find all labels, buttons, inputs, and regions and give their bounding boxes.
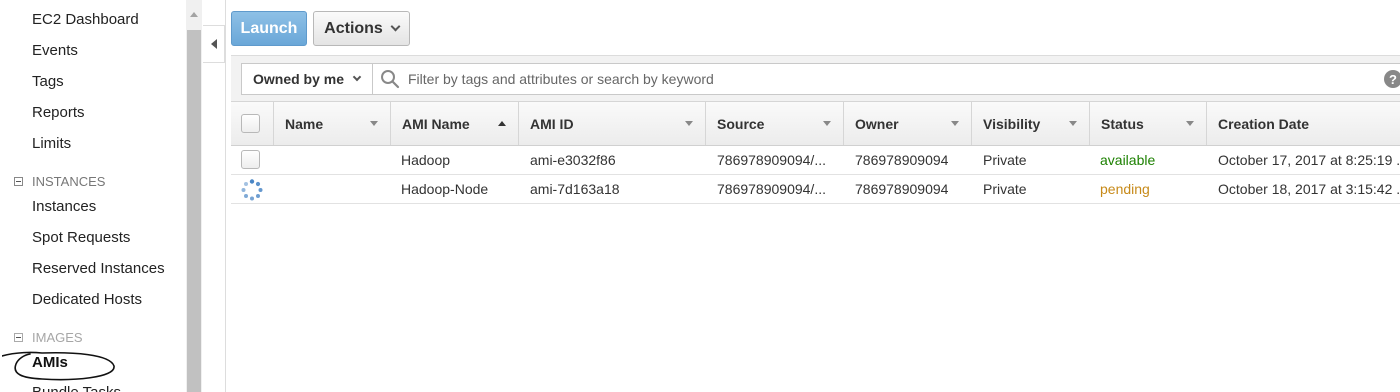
owner-filter-label: Owned by me [253,71,345,87]
column-label: Creation Date [1218,115,1310,132]
launch-button[interactable]: Launch [231,11,307,46]
column-header-owner[interactable]: Owner [844,102,972,145]
scroll-up-arrow-icon[interactable] [190,12,198,17]
column-header-ami-id[interactable]: AMI ID [519,102,706,145]
column-label: Status [1101,115,1144,132]
sidebar-item-dedicated-hosts[interactable]: Dedicated Hosts [32,291,142,308]
scrollbar-thumb[interactable] [187,30,201,392]
section-label: INSTANCES [32,174,106,189]
sort-icon[interactable] [370,121,378,126]
sort-icon[interactable] [951,121,959,126]
table-header: Name AMI Name AMI ID Source Owner Visibi… [231,101,1400,146]
cell-visibility: Private [983,181,1027,197]
collapse-minus-icon[interactable] [14,333,23,342]
cell-status: available [1100,152,1156,168]
cell-name [285,175,391,203]
sidebar-section-instances[interactable]: INSTANCES [14,174,105,189]
table-row[interactable]: Hadoop-Node ami-7d163a18 786978909094/..… [231,175,1400,204]
chevron-down-icon [390,21,401,32]
sidebar-section-images[interactable]: IMAGES [14,330,83,345]
sidebar-item-tags[interactable]: Tags [32,73,64,90]
owner-filter-select[interactable]: Owned by me [241,63,373,95]
cell-creation-date: October 17, 2017 at 8:25:19 ... [1218,152,1400,168]
cell-visibility: Private [983,152,1027,168]
search-box[interactable] [372,63,1400,95]
sort-icon[interactable] [823,121,831,126]
column-label: Name [285,115,324,132]
sidebar-item-events[interactable]: Events [32,42,78,59]
sidebar-item-instances[interactable]: Instances [32,198,96,215]
help-icon[interactable]: ? [1384,70,1400,88]
cell-source: 786978909094/... [717,181,826,197]
cell-ami-id: ami-7d163a18 [530,181,620,197]
section-label: IMAGES [32,330,83,345]
cell-owner: 786978909094 [855,152,949,168]
column-header-ami-name[interactable]: AMI Name [391,102,519,145]
sidebar-item-bundle-tasks[interactable]: Bundle Tasks [32,384,121,392]
chevron-down-icon [352,72,362,82]
search-icon [381,70,400,89]
sidebar-item-reserved-instances[interactable]: Reserved Instances [32,260,165,277]
column-label: AMI ID [530,115,574,132]
sort-icon[interactable] [1186,121,1194,126]
column-header-source[interactable]: Source [706,102,844,145]
row-checkbox[interactable] [241,150,260,169]
table-row[interactable]: Hadoop ami-e3032f86 786978909094/... 786… [231,146,1400,175]
actions-label: Actions [324,19,383,37]
cell-ami-name: Hadoop-Node [401,181,489,197]
select-all-checkbox[interactable] [241,114,260,133]
cell-owner: 786978909094 [855,181,949,197]
sidebar-item-reports[interactable]: Reports [32,104,85,121]
search-input[interactable] [400,65,1360,93]
sort-icon[interactable] [685,121,693,126]
cell-ami-id: ami-e3032f86 [530,152,616,168]
sort-icon[interactable] [1069,121,1077,126]
column-header-creation-date[interactable]: Creation Date [1207,102,1400,145]
sidebar-item-limits[interactable]: Limits [32,135,71,152]
column-header-visibility[interactable]: Visibility [972,102,1090,145]
sort-ascending-icon[interactable] [498,121,506,126]
cell-ami-name: Hadoop [401,152,451,168]
cell-name [285,146,391,174]
column-label: Source [717,115,765,132]
collapse-left-icon [210,39,217,49]
select-all-column [231,102,274,145]
column-header-name[interactable]: Name [274,102,391,145]
column-header-status[interactable]: Status [1090,102,1207,145]
collapse-minus-icon[interactable] [14,177,23,186]
column-label: Owner [855,115,899,132]
panel-divider [225,0,226,392]
sidebar-scrollbar[interactable] [186,0,202,392]
cell-source: 786978909094/... [717,152,826,168]
column-label: Visibility [983,115,1041,132]
sidebar-nav: EC2 Dashboard Events Tags Reports Limits… [0,0,186,392]
loading-spinner-icon [241,179,263,201]
collapse-sidebar-button[interactable] [203,25,225,63]
sidebar-item-ec2-dashboard[interactable]: EC2 Dashboard [32,11,139,28]
handdrawn-circle-annotation [2,351,115,381]
column-label: AMI Name [402,115,470,132]
cell-creation-date: October 18, 2017 at 3:15:42 ... [1218,181,1400,197]
cell-status: pending [1100,181,1150,197]
sidebar-item-spot-requests[interactable]: Spot Requests [32,229,130,246]
filter-bar: Owned by me ? [231,55,1400,101]
actions-dropdown-button[interactable]: Actions [313,11,410,46]
